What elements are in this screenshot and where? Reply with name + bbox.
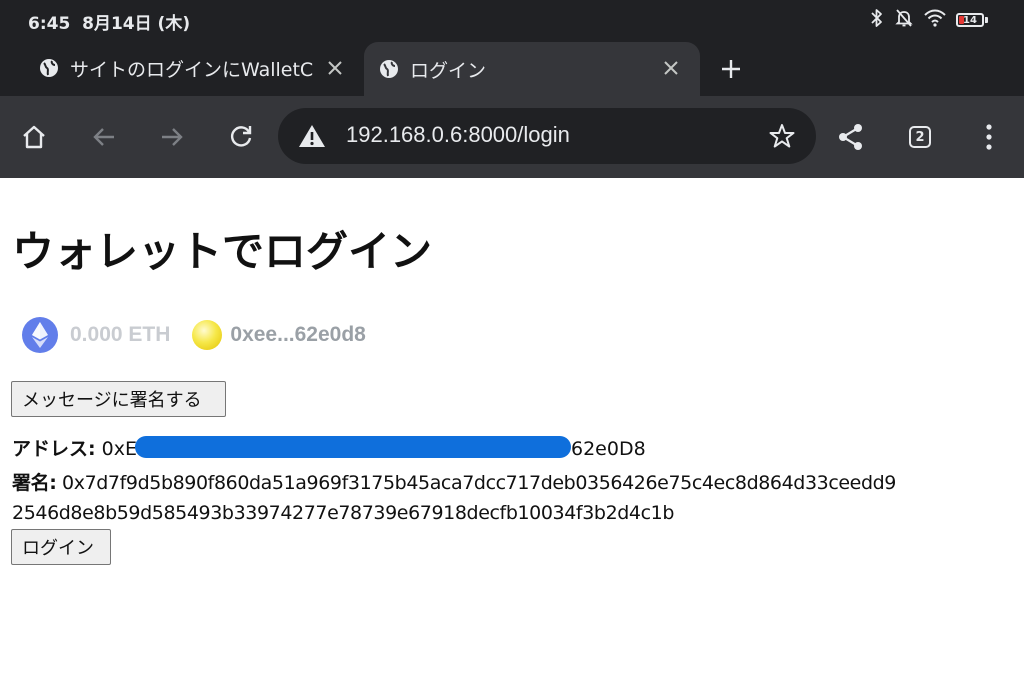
ethereum-icon: [22, 317, 58, 353]
status-icons: 14: [870, 8, 988, 32]
tab-title: ログイン: [410, 59, 487, 82]
globe-icon: [378, 58, 400, 80]
clock-date: 8月14日 (木): [82, 14, 191, 34]
redaction-mark: [135, 436, 571, 458]
wallet-status[interactable]: 0.000 ETH 0xee...62e0d8: [22, 313, 366, 357]
login-button[interactable]: ログイン: [11, 529, 111, 565]
page-title: ウォレットでログイン: [12, 227, 433, 276]
more-menu-button[interactable]: [974, 122, 1004, 152]
address-prefix: 0xE: [101, 438, 137, 460]
battery-level: 14: [963, 14, 977, 26]
share-icon: [839, 124, 862, 150]
warning-icon[interactable]: [298, 123, 326, 153]
browser-toolbar: 192.168.0.6:8000/login 2: [0, 96, 1024, 178]
close-icon[interactable]: [324, 57, 346, 79]
signature-value-line1: 0x7d7f9d5b890f860da51a969f3175b45aca7dcc…: [62, 472, 896, 494]
close-icon[interactable]: [660, 57, 682, 79]
status-time: 6:45 8月14日 (木): [28, 9, 190, 34]
forward-icon: [162, 128, 183, 146]
tab-title: サイトのログインにWalletC: [70, 58, 314, 81]
address-bar[interactable]: 192.168.0.6:8000/login: [278, 108, 816, 164]
url-text: 192.168.0.6:8000/login: [346, 122, 570, 147]
signature-row: 署名: 0x7d7f9d5b890f860da51a969f3175b45aca…: [12, 468, 896, 495]
back-icon: [93, 128, 114, 146]
star-icon[interactable]: [768, 122, 796, 154]
reload-button[interactable]: [226, 122, 256, 152]
new-tab-button[interactable]: [716, 54, 746, 84]
tab-login[interactable]: ログイン: [364, 42, 700, 96]
battery-icon: 14: [956, 13, 988, 27]
bluetooth-icon: [870, 8, 884, 32]
reload-icon: [230, 126, 252, 147]
address-suffix: 62e0D8: [571, 438, 646, 460]
wallet-address: 0xee...62e0d8: [230, 323, 366, 346]
sign-message-button[interactable]: メッセージに署名する: [11, 381, 226, 417]
more-icon: [986, 124, 992, 150]
home-button[interactable]: [19, 122, 49, 152]
forward-button[interactable]: [157, 122, 187, 152]
signature-value-line2: 2546d8e8b59d585493b33974277e78739e67918d…: [12, 502, 674, 524]
address-row: アドレス: 0xE 62e0D8: [12, 434, 646, 461]
mute-bell-icon: [894, 8, 914, 32]
account-avatar: [192, 320, 223, 350]
tab-strip: サイトのログインにWalletC ログイン: [0, 40, 1024, 96]
tab-switcher-button[interactable]: 2: [905, 122, 935, 152]
page-content: ウォレットでログイン 0.000 ETH 0xee...62e0d8 メッセージ…: [0, 178, 1024, 684]
status-bar: 6:45 8月14日 (木) 14: [0, 0, 1024, 40]
tab-walletconnect[interactable]: サイトのログインにWalletC: [24, 42, 360, 94]
address-label: アドレス:: [12, 438, 96, 460]
signature-label: 署名:: [12, 472, 57, 494]
tab-switcher-icon: 2: [909, 126, 931, 148]
back-button[interactable]: [89, 122, 119, 152]
wifi-icon: [924, 9, 946, 31]
home-icon: [23, 125, 45, 149]
globe-icon: [38, 57, 60, 79]
share-button[interactable]: [836, 122, 866, 152]
plus-icon: [722, 60, 740, 78]
eth-balance: 0.000 ETH: [70, 323, 171, 346]
clock-time: 6:45: [28, 14, 71, 34]
